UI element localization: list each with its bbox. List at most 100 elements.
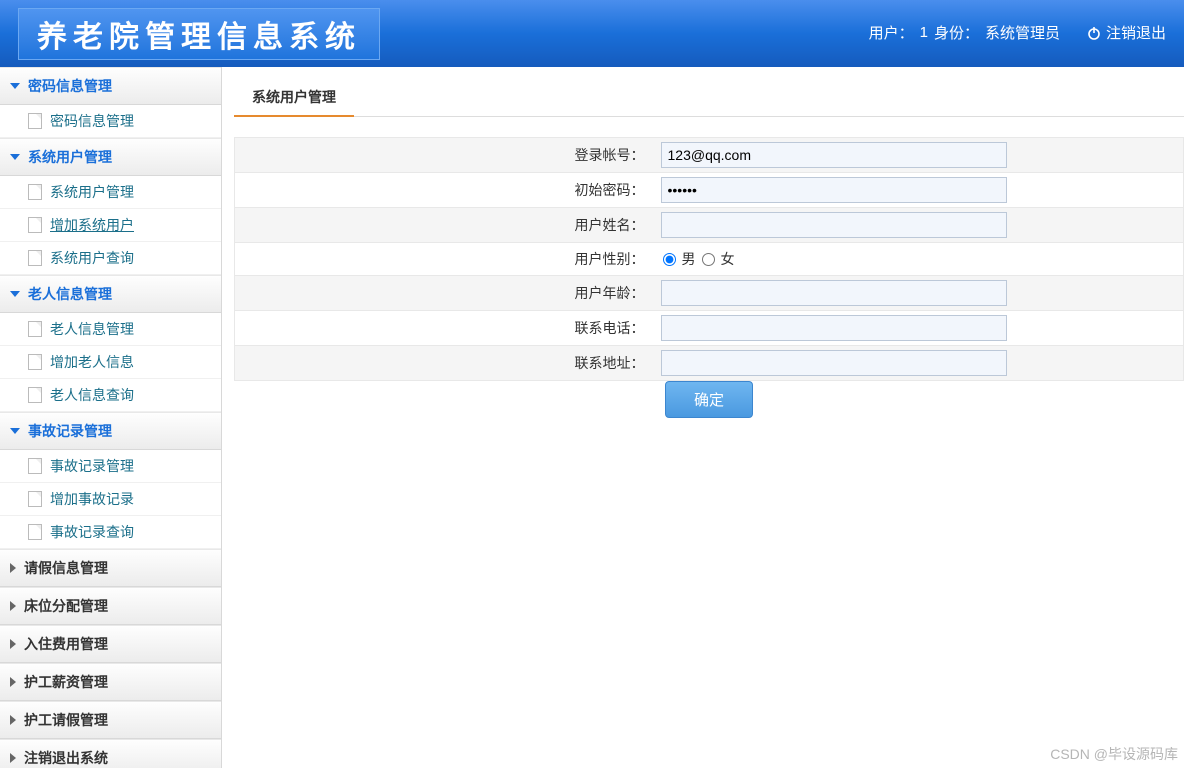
sidebar-item[interactable]: 增加系统用户 xyxy=(0,209,221,242)
password-label: 初始密码： xyxy=(235,173,655,208)
sidebar-item[interactable]: 系统用户管理 xyxy=(0,176,221,209)
sidebar-item[interactable]: 增加事故记录 xyxy=(0,483,221,516)
name-label: 用户姓名： xyxy=(235,208,655,243)
password-input[interactable] xyxy=(661,177,1007,203)
menu-header[interactable]: 床位分配管理 xyxy=(0,587,221,625)
menu-title: 注销退出系统 xyxy=(24,748,108,768)
menu-header[interactable]: 事故记录管理 xyxy=(0,412,221,450)
sidebar-item-label: 老人信息管理 xyxy=(50,319,134,339)
menu-title: 事故记录管理 xyxy=(28,421,112,441)
user-form: 登录帐号： 初始密码： 用户姓名： 用户性别： 男 女 xyxy=(234,137,1184,418)
chevron-right-icon xyxy=(10,677,16,687)
age-input[interactable] xyxy=(661,280,1007,306)
sidebar-item[interactable]: 老人信息管理 xyxy=(0,313,221,346)
file-icon xyxy=(28,458,42,474)
menu-title: 护工请假管理 xyxy=(24,710,108,730)
address-label: 联系地址： xyxy=(235,346,655,381)
menu-header[interactable]: 请假信息管理 xyxy=(0,549,221,587)
gender-male-label: 男 xyxy=(682,249,696,269)
age-label: 用户年龄： xyxy=(235,276,655,311)
menu-title: 密码信息管理 xyxy=(28,76,112,96)
chevron-right-icon xyxy=(10,639,16,649)
submit-button[interactable]: 确定 xyxy=(665,381,753,418)
phone-input[interactable] xyxy=(661,315,1007,341)
file-icon xyxy=(28,491,42,507)
main-content: 系统用户管理 登录帐号： 初始密码： 用户姓名： 用户性别： 男 xyxy=(222,67,1184,768)
chevron-right-icon xyxy=(10,601,16,611)
menu-header[interactable]: 系统用户管理 xyxy=(0,138,221,176)
menu-header[interactable]: 老人信息管理 xyxy=(0,275,221,313)
role-label: 身份： xyxy=(934,22,979,43)
menu-title: 请假信息管理 xyxy=(24,558,108,578)
chevron-right-icon xyxy=(10,753,16,763)
sidebar-item-label: 系统用户管理 xyxy=(50,182,134,202)
user-value: 1 xyxy=(920,24,928,41)
address-input[interactable] xyxy=(661,350,1007,376)
menu-title: 床位分配管理 xyxy=(24,596,108,616)
watermark: CSDN @毕设源码库 xyxy=(1050,744,1178,764)
menu-title: 系统用户管理 xyxy=(28,147,112,167)
menu-header[interactable]: 密码信息管理 xyxy=(0,67,221,105)
menu-title: 老人信息管理 xyxy=(28,284,112,304)
sidebar-item-label: 事故记录管理 xyxy=(50,456,134,476)
user-label: 用户： xyxy=(869,22,914,43)
menu-title: 护工薪资管理 xyxy=(24,672,108,692)
logout-label: 注销退出 xyxy=(1106,22,1166,43)
file-icon xyxy=(28,217,42,233)
gender-female-radio[interactable] xyxy=(702,253,715,266)
power-icon xyxy=(1086,25,1102,41)
sidebar-item[interactable]: 系统用户查询 xyxy=(0,242,221,275)
account-input[interactable] xyxy=(661,142,1007,168)
file-icon xyxy=(28,354,42,370)
menu-title: 入住费用管理 xyxy=(24,634,108,654)
gender-female-label: 女 xyxy=(721,249,735,269)
file-icon xyxy=(28,184,42,200)
app-title: 养老院管理信息系统 xyxy=(37,12,361,56)
chevron-down-icon xyxy=(10,428,20,434)
name-input[interactable] xyxy=(661,212,1007,238)
sidebar[interactable]: 密码信息管理密码信息管理系统用户管理系统用户管理增加系统用户系统用户查询老人信息… xyxy=(0,67,222,768)
chevron-down-icon xyxy=(10,291,20,297)
tab-bar: 系统用户管理 xyxy=(234,79,1184,117)
file-icon xyxy=(28,524,42,540)
file-icon xyxy=(28,321,42,337)
chevron-right-icon xyxy=(10,715,16,725)
sidebar-item-label: 老人信息查询 xyxy=(50,385,134,405)
sidebar-item[interactable]: 事故记录管理 xyxy=(0,450,221,483)
menu-items: 系统用户管理增加系统用户系统用户查询 xyxy=(0,176,221,275)
header-right: 用户： 1 身份： 系统管理员 注销退出 xyxy=(869,22,1166,43)
menu-items: 老人信息管理增加老人信息老人信息查询 xyxy=(0,313,221,412)
phone-label: 联系电话： xyxy=(235,311,655,346)
chevron-right-icon xyxy=(10,563,16,573)
sidebar-item-label: 增加系统用户 xyxy=(50,215,134,235)
file-icon xyxy=(28,250,42,266)
app-header: 养老院管理信息系统 用户： 1 身份： 系统管理员 注销退出 xyxy=(0,0,1184,67)
app-logo-box: 养老院管理信息系统 xyxy=(18,8,380,60)
chevron-down-icon xyxy=(10,83,20,89)
sidebar-item-label: 密码信息管理 xyxy=(50,111,134,131)
sidebar-item[interactable]: 密码信息管理 xyxy=(0,105,221,138)
menu-header[interactable]: 入住费用管理 xyxy=(0,625,221,663)
menu-header[interactable]: 护工薪资管理 xyxy=(0,663,221,701)
sidebar-item[interactable]: 增加老人信息 xyxy=(0,346,221,379)
menu-items: 事故记录管理增加事故记录事故记录查询 xyxy=(0,450,221,549)
sidebar-item-label: 增加事故记录 xyxy=(50,489,134,509)
menu-header[interactable]: 护工请假管理 xyxy=(0,701,221,739)
menu-header[interactable]: 注销退出系统 xyxy=(0,739,221,768)
sidebar-item[interactable]: 事故记录查询 xyxy=(0,516,221,549)
menu-items: 密码信息管理 xyxy=(0,105,221,138)
file-icon xyxy=(28,113,42,129)
gender-radio-group: 男 女 xyxy=(661,249,1178,269)
role-value: 系统管理员 xyxy=(985,22,1060,43)
sidebar-item-label: 增加老人信息 xyxy=(50,352,134,372)
file-icon xyxy=(28,387,42,403)
tab-system-user[interactable]: 系统用户管理 xyxy=(234,79,354,117)
chevron-down-icon xyxy=(10,154,20,160)
logout-link[interactable]: 注销退出 xyxy=(1086,22,1166,43)
gender-label: 用户性别： xyxy=(235,243,655,276)
sidebar-item[interactable]: 老人信息查询 xyxy=(0,379,221,412)
gender-male-radio[interactable] xyxy=(663,253,676,266)
sidebar-item-label: 系统用户查询 xyxy=(50,248,134,268)
sidebar-item-label: 事故记录查询 xyxy=(50,522,134,542)
account-label: 登录帐号： xyxy=(235,138,655,173)
